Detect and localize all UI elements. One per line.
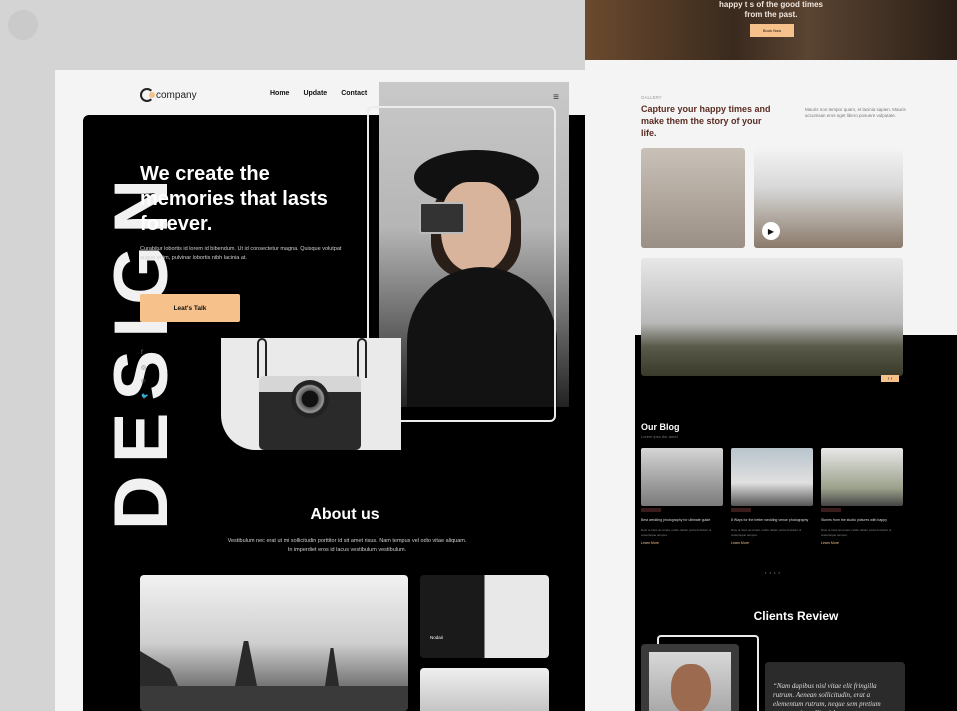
blog-pagination-dots[interactable]: • • • •	[765, 570, 781, 575]
logo-text: company	[156, 89, 197, 101]
nav-update[interactable]: Update	[303, 90, 327, 97]
gallery-hat-woman-photo[interactable]	[641, 148, 745, 248]
decorative-circle	[8, 10, 38, 40]
logo-dot-icon	[149, 92, 155, 98]
clients-review-title: Clients Review	[753, 609, 839, 623]
blog-card-title: 8 Ways for the better wedding venue phot…	[731, 518, 809, 522]
blog-card[interactable]: 8 Ways for the better wedding venue phot…	[731, 448, 813, 545]
lets-talk-button[interactable]: Leat's Talk	[140, 294, 240, 322]
learn-more-link[interactable]: Learn More	[641, 541, 723, 545]
book-now-button[interactable]: Book Now	[750, 24, 794, 37]
avatar	[671, 664, 711, 711]
play-icon[interactable]: ▶	[762, 222, 780, 240]
client-photo-card	[641, 644, 739, 711]
hamburger-menu-icon[interactable]: ≡	[553, 92, 559, 103]
blog-card[interactable]: Best wedding photography for ultimate gu…	[641, 448, 723, 545]
banner-text: happy t s of the good times from the pas…	[585, 0, 957, 20]
about-rock-photo	[420, 668, 549, 711]
blog-card[interactable]: Stories from the studio pictures with ha…	[821, 448, 903, 545]
gallery-title: Capture your happy times and make them t…	[641, 104, 771, 138]
banner-text-line-1: happy t s of the good times	[718, 0, 823, 9]
blog-image	[731, 448, 813, 506]
slider-arrows[interactable]: ‹ ›	[881, 375, 899, 382]
hero-description: Curabitur lobortis id lorem id bibendum.…	[140, 246, 342, 261]
about-title: About us	[310, 506, 380, 523]
nav-home[interactable]: Home	[270, 90, 289, 97]
gallery-side-text: Mauris non tempor quam, et lacinia sapie…	[805, 107, 906, 118]
hero-title: We create the memories that lasts foreve…	[140, 163, 328, 235]
blog-title: Our Blog	[641, 422, 680, 432]
blog-image	[641, 448, 723, 506]
gallery-tag: GALLERY	[641, 95, 662, 100]
top-nav: Home Update Contact	[270, 90, 367, 97]
about-description: Vestibulum nec erat ut mi sollicitudin p…	[227, 538, 467, 553]
facebook-icon[interactable]: f	[141, 350, 148, 356]
learn-more-link[interactable]: Learn More	[821, 541, 903, 545]
twitter-icon[interactable]: 🐦	[141, 393, 148, 400]
about-model-photo: Nodari	[420, 575, 549, 658]
review-quote-box: “Nam dapibus nisl vitae elit fringilla r…	[765, 662, 905, 711]
learn-more-link[interactable]: Learn More	[731, 541, 813, 545]
model-photo-label: Nodari	[430, 635, 444, 640]
gallery-landscape-couple-photo[interactable]	[641, 258, 903, 376]
landing-page-main: DESIGN company Home Update Contact We cr…	[55, 70, 635, 711]
blog-card-text: Duis ut risus at ornare mollis. Etiam po…	[821, 528, 892, 537]
blog-card-title: Best wedding photography for ultimate gu…	[641, 518, 711, 522]
blog-card-text: Duis ut risus at ornare mollis. Etiam po…	[641, 528, 712, 537]
blog-subtitle: Lorem ipsu dor amet	[641, 434, 678, 439]
gallery-wedding-video[interactable]: ▶	[754, 147, 903, 248]
about-beach-couple-photo	[140, 575, 408, 711]
instagram-icon[interactable]: ◎	[141, 364, 148, 371]
review-quote-text: “Nam dapibus nisl vitae elit fringilla r…	[773, 682, 881, 711]
blog-card-text: Duis ut risus at ornare mollis. Etiam po…	[731, 528, 802, 537]
pinterest-icon[interactable]: ℗	[141, 379, 148, 385]
company-logo[interactable]: company	[140, 88, 197, 102]
blog-image	[821, 448, 903, 506]
landing-page-secondary: happy t s of the good times from the pas…	[585, 0, 957, 711]
social-links: f ◎ ℗ 🐦	[141, 350, 148, 400]
blog-card-title: Stories from the studio pictures with ha…	[821, 518, 887, 522]
nav-contact[interactable]: Contact	[341, 90, 367, 97]
banner-text-line-2: from the past.	[744, 10, 798, 19]
camera-product-card	[221, 338, 401, 450]
